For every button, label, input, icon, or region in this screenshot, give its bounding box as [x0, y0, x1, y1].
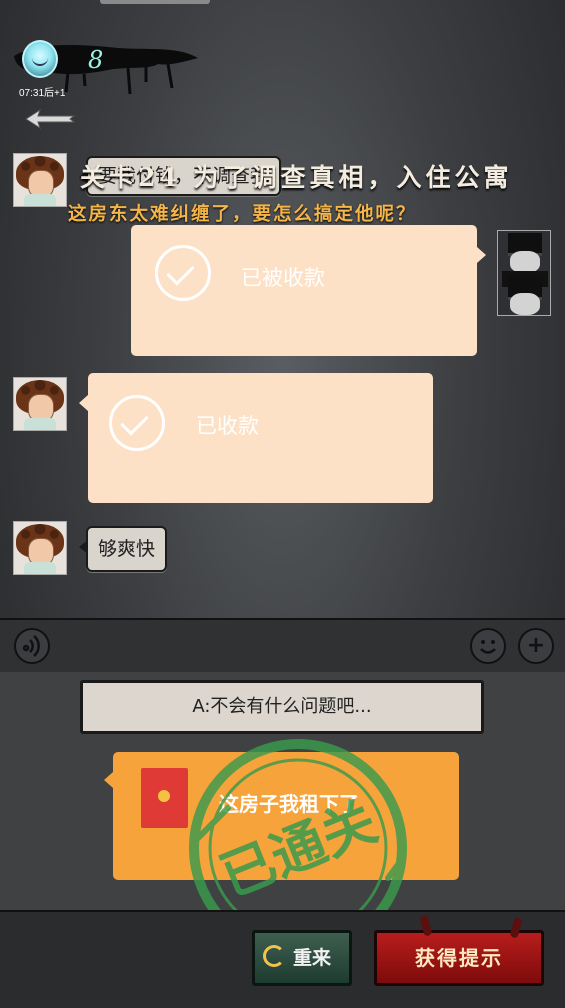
input-bar: + — [0, 618, 565, 674]
level-title: 关卡24 为了调查真相，入住公寓 — [80, 163, 513, 192]
life-timer: 07:31后+1 — [19, 88, 66, 99]
message-bubble: 够爽快 — [78, 526, 168, 572]
choice-option-b-label: 这房子我租下了 — [219, 792, 359, 816]
hint-label: 获得提示 — [415, 946, 503, 970]
hud: 8 07:31后+1 — [8, 36, 208, 106]
plus-icon[interactable]: + — [518, 628, 554, 664]
transfer-status: 已收款 — [196, 414, 259, 438]
emoji-icon[interactable] — [470, 628, 506, 664]
avatar-landlady — [13, 153, 67, 207]
restart-icon — [263, 945, 285, 967]
ghost-face-icon — [22, 40, 58, 78]
back-arrow-icon[interactable] — [24, 108, 76, 130]
transfer-status: 已被收款 — [241, 266, 325, 290]
red-packet-icon — [141, 768, 188, 828]
status-notch — [100, 0, 210, 4]
transfer-card: 已收款 — [79, 373, 433, 503]
avatar-landlady — [13, 377, 67, 431]
hint-button[interactable]: 获得提示 — [374, 930, 544, 986]
transfer-card: 已被收款 — [131, 225, 486, 356]
level-subtitle: 这房东太难纠缠了，要怎么搞定他呢？ — [68, 204, 417, 225]
lives-count: 8 — [88, 46, 104, 74]
restart-button[interactable]: 重来 — [252, 930, 352, 986]
choice-option-b[interactable]: 这房子我租下了 — [104, 752, 459, 880]
avatar-landlady — [13, 521, 67, 575]
choice-option-a[interactable]: A:不会有什么问题吧... — [80, 680, 484, 734]
restart-label: 重来 — [293, 947, 332, 969]
check-circle-icon — [109, 395, 165, 451]
avatar-player — [497, 230, 551, 316]
check-circle-icon — [155, 245, 211, 301]
voice-icon[interactable] — [14, 628, 50, 664]
